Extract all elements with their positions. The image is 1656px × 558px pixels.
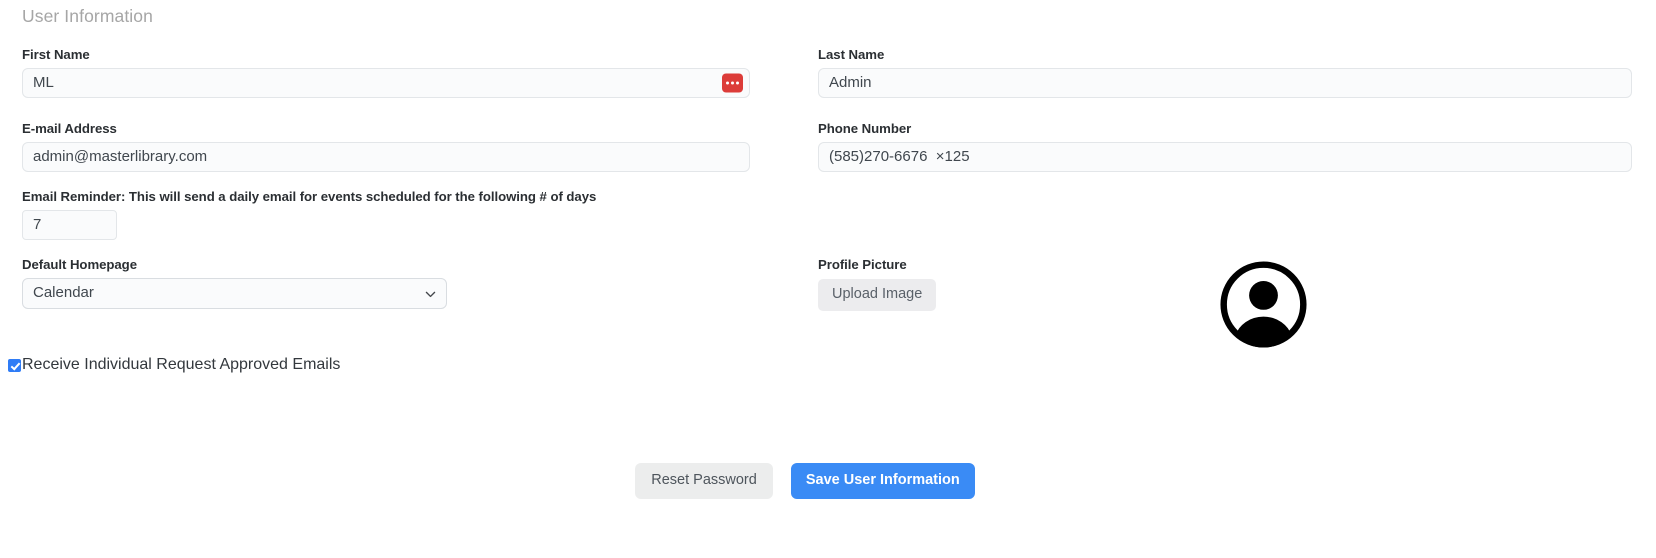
user-avatar-icon	[1218, 259, 1309, 350]
email-address-label: E-mail Address	[22, 121, 117, 136]
user-information-page: User Information First Name E-mail Addre…	[0, 0, 1656, 558]
upload-image-button[interactable]: Upload Image	[818, 279, 937, 311]
field-phone-number: Phone Number	[818, 120, 1632, 172]
field-email-reminder: Email Reminder: This will send a daily e…	[22, 188, 782, 240]
default-homepage-select-wrapper: Calendar	[22, 278, 447, 309]
email-address-input[interactable]	[22, 142, 750, 172]
form-actions: Reset Password Save User Information	[0, 463, 1610, 499]
field-last-name: Last Name	[818, 46, 1632, 98]
first-name-input-wrapper	[22, 68, 750, 98]
receive-emails-checkbox[interactable]	[8, 358, 21, 372]
phone-number-label: Phone Number	[818, 121, 912, 136]
first-name-label: First Name	[22, 47, 90, 62]
last-name-input[interactable]	[818, 68, 1632, 98]
phone-number-input[interactable]	[818, 142, 1632, 172]
profile-picture-label: Profile Picture	[818, 257, 907, 272]
field-default-homepage: Default Homepage Calendar	[22, 256, 447, 309]
email-reminder-label: Email Reminder: This will send a daily e…	[22, 189, 597, 204]
email-reminder-days-input[interactable]	[22, 210, 117, 240]
save-user-information-button[interactable]: Save User Information	[790, 463, 975, 499]
default-homepage-select[interactable]: Calendar	[22, 278, 447, 309]
form-column-left: First Name E-mail Address	[22, 46, 750, 172]
receive-emails-row: Receive Individual Request Approved Emai…	[8, 355, 340, 375]
form-column-right: Last Name Phone Number	[818, 46, 1632, 172]
default-homepage-label: Default Homepage	[22, 257, 137, 272]
receive-emails-label[interactable]: Receive Individual Request Approved Emai…	[22, 355, 340, 375]
field-profile-picture: Profile Picture Upload Image	[818, 256, 937, 311]
ellipsis-icon[interactable]	[722, 73, 743, 93]
field-email-address: E-mail Address	[22, 120, 750, 172]
reset-password-button[interactable]: Reset Password	[635, 463, 773, 499]
last-name-label: Last Name	[818, 47, 885, 62]
field-first-name: First Name	[22, 46, 750, 98]
first-name-input[interactable]	[22, 68, 750, 98]
page-title: User Information	[22, 6, 153, 26]
